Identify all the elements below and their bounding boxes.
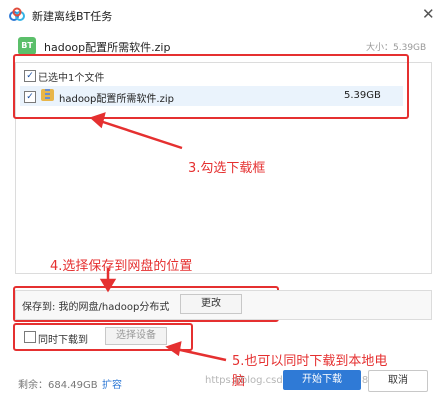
start-download-button[interactable]: 开始下载: [283, 370, 361, 390]
netdisk-cloud-icon: [9, 7, 25, 21]
change-location-button[interactable]: 更改: [180, 294, 242, 314]
bt-file-icon: BT: [18, 37, 36, 55]
annotation-step4: 4.选择保存到网盘的位置: [50, 259, 193, 274]
torrent-file-name: hadoop配置所需软件.zip: [44, 41, 171, 54]
torrent-size: 大小：5.39GB: [366, 43, 427, 53]
remaining-space: 剩余：684.49GB: [18, 380, 98, 391]
annotation-step3: 3.勾选下载框: [188, 161, 266, 176]
highlight-file-selection: [13, 54, 409, 119]
sync-download-checkbox[interactable]: [24, 331, 36, 343]
expand-storage-link[interactable]: 扩容: [102, 376, 122, 391]
window-title: 新建离线BT任务: [32, 10, 113, 23]
close-icon[interactable]: ✕: [422, 5, 435, 23]
save-path-label: 保存到: 我的网盘/hadoop分布式: [22, 302, 170, 313]
cancel-button[interactable]: 取消: [368, 370, 428, 392]
sync-download-label: 同时下载到: [38, 335, 88, 346]
select-device-button[interactable]: 选择设备: [105, 327, 167, 345]
annotation-step5-line1: 5.也可以同时下载到本地电: [232, 354, 388, 369]
